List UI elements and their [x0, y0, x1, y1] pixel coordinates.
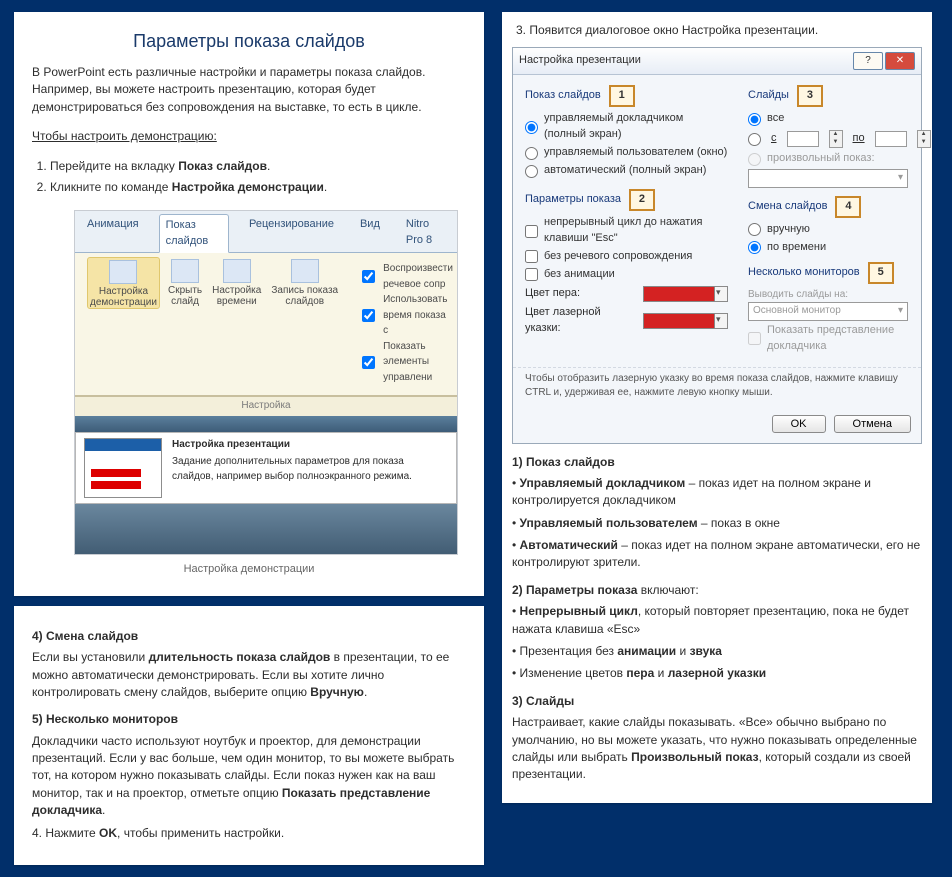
right-lead: 3. Появится диалоговое окно Настройка пр… [516, 22, 918, 39]
callout-1: 1 [609, 85, 635, 107]
pen-color-picker[interactable] [643, 286, 728, 302]
tab-animation[interactable]: Анимация [81, 214, 145, 252]
ribbon-tabs: Анимация Показ слайдов Рецензирование Ви… [75, 211, 457, 253]
chk-loop[interactable]: непрерывный цикл до нажатия клавиши "Esc… [525, 215, 728, 247]
left-top-card: Параметры показа слайдов В PowerPoint ес… [14, 12, 484, 596]
help-button[interactable]: ? [853, 52, 883, 70]
to-spinner[interactable]: ▲▼ [917, 130, 931, 148]
page-title: Параметры показа слайдов [32, 28, 466, 54]
intro-text: В PowerPoint есть различные настройки и … [32, 64, 466, 116]
from-spinner[interactable]: ▲▼ [829, 130, 843, 148]
chk-no-narration[interactable]: без речевого сопровождения [525, 249, 728, 265]
group-show: Показ слайдов 1 [525, 85, 728, 107]
sec3-text: Настраивает, какие слайды показывать. «В… [512, 714, 922, 784]
record-icon [291, 259, 319, 283]
radio-window[interactable]: управляемый пользователем (окно) [525, 145, 728, 161]
ribbon-body: Настройка демонстрации Скрыть слайд Наст… [75, 253, 457, 396]
callout-4: 4 [835, 196, 861, 218]
section-5-text: Докладчики часто используют ноутбук и пр… [32, 733, 466, 820]
screenshot-caption: Настройка демонстрации [32, 562, 466, 578]
sec2-heading: 2) Параметры показа включают: [512, 582, 922, 599]
sec3-heading: 3) Слайды [512, 693, 922, 710]
right-card: 3. Появится диалоговое окно Настройка пр… [502, 12, 932, 803]
radio-custom[interactable]: произвольный показ: [748, 151, 931, 167]
section-5-heading: 5) Несколько мониторов [32, 711, 466, 728]
chk-presenter-view[interactable]: Показать представление докладчика [748, 323, 931, 355]
group-advance: Смена слайдов 4 [748, 196, 931, 218]
sec2-b2: • Презентация без анимации и звука [512, 643, 922, 660]
tab-slideshow[interactable]: Показ слайдов [159, 214, 229, 253]
callout-3: 3 [797, 85, 823, 107]
radio-range[interactable] [748, 133, 761, 146]
dialog-note: Чтобы отобразить лазерную указку во врем… [513, 367, 921, 409]
sec1-b3: • Автоматический – показ идет на полном … [512, 537, 922, 572]
dialog-title-text: Настройка презентации [519, 53, 641, 69]
from-input[interactable] [787, 131, 819, 147]
step-2: Кликните по команде Настройка демонстрац… [50, 179, 466, 196]
monitor-label: Выводить слайды на: [748, 288, 931, 303]
sec1-b2: • Управляемый пользователем – показ в ок… [512, 515, 922, 532]
tooltip-title: Настройка презентации [172, 438, 448, 453]
tab-view[interactable]: Вид [354, 214, 386, 252]
to-input[interactable] [875, 131, 907, 147]
clock-icon [223, 259, 251, 283]
ribbon-btn-timing[interactable]: Настройка времени [210, 257, 263, 309]
group-params: Параметры показа 2 [525, 189, 728, 211]
radio-auto[interactable]: автоматический (полный экран) [525, 163, 728, 179]
radio-presenter[interactable]: управляемый докладчиком (полный экран) [525, 111, 728, 143]
sec2-b1: • Непрерывный цикл, который повторяет пр… [512, 603, 922, 638]
ribbon-checkboxes: Воспроизвести речевое сопр Использовать … [350, 257, 458, 389]
chk-timing[interactable]: Использовать время показа с [358, 292, 453, 339]
howto-heading: Чтобы настроить демонстрацию: [32, 128, 466, 145]
monitor-select[interactable]: Основной монитор▾ [748, 302, 908, 321]
tab-nitro[interactable]: Nitro Pro 8 [400, 214, 451, 252]
steps-list: Перейдите на вкладку Показ слайдов. Клик… [50, 158, 466, 197]
step-4-text: 4. Нажмите OK, чтобы применить настройки… [32, 825, 466, 842]
custom-select[interactable]: ▾ [748, 169, 908, 188]
sec1-heading: 1) Показ слайдов [512, 454, 922, 471]
tooltip-popup: Настройка презентации Задание дополнител… [75, 432, 457, 504]
desktop-icon [109, 260, 137, 284]
ribbon-screenshot: Анимация Показ слайдов Рецензирование Ви… [74, 210, 458, 554]
callout-2: 2 [629, 189, 655, 211]
tooltip-body: Задание дополнительных параметров для по… [172, 455, 448, 484]
group-monitors: Несколько мониторов 5 [748, 262, 931, 284]
laser-color-row: Цвет лазерной указки: [525, 305, 728, 337]
page-root: Параметры показа слайдов В PowerPoint ес… [0, 0, 952, 877]
ok-button[interactable]: OK [772, 415, 826, 433]
hide-slide-icon [171, 259, 199, 283]
step-1: Перейдите на вкладку Показ слайдов. [50, 158, 466, 175]
ribbon-btn-hide[interactable]: Скрыть слайд [166, 257, 204, 309]
dialog-titlebar: Настройка презентации ? ✕ [513, 48, 921, 75]
radio-manual[interactable]: вручную [748, 222, 931, 238]
pen-color-row: Цвет пера: [525, 286, 728, 302]
section-4-heading: 4) Смена слайдов [32, 628, 466, 645]
tab-review[interactable]: Рецензирование [243, 214, 340, 252]
ribbon-btn-record[interactable]: Запись показа слайдов [269, 257, 340, 309]
cancel-button[interactable]: Отмена [834, 415, 911, 433]
sec2-b3: • Изменение цветов пера и лазерной указк… [512, 665, 922, 682]
ribbon-btn-setup[interactable]: Настройка демонстрации [87, 257, 160, 309]
tooltip-thumbnail [84, 438, 162, 498]
ribbon-group-label: Настройка [75, 396, 457, 416]
laser-color-picker[interactable] [643, 313, 728, 329]
radio-all[interactable]: все [748, 111, 931, 127]
group-slides: Слайды 3 [748, 85, 931, 107]
dialog: Настройка презентации ? ✕ Показ слайдов … [512, 47, 922, 443]
radio-range-row: с ▲▼ по ▲▼ [748, 130, 931, 148]
sec1-b1: • Управляемый докладчиком – показ идет н… [512, 475, 922, 510]
chk-narration[interactable]: Воспроизвести речевое сопр [358, 261, 453, 292]
callout-5: 5 [868, 262, 894, 284]
chk-no-animation[interactable]: без анимации [525, 267, 728, 283]
left-bottom-card: 4) Смена слайдов Если вы установили длит… [14, 606, 484, 865]
section-4-text: Если вы установили длительность показа с… [32, 649, 466, 701]
chk-controls[interactable]: Показать элементы управлени [358, 339, 453, 386]
radio-time[interactable]: по времени [748, 240, 931, 256]
close-button[interactable]: ✕ [885, 52, 915, 70]
